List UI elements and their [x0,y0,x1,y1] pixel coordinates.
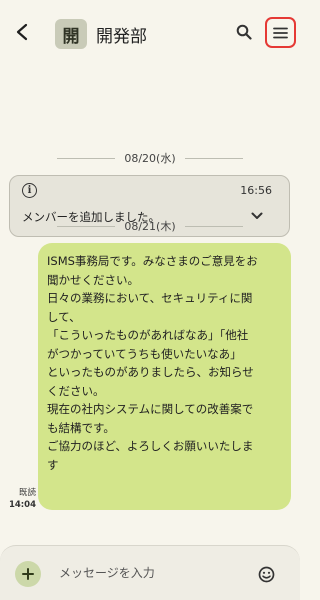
message-time: 14:04 [8,500,36,510]
message-input[interactable] [52,562,242,584]
date-divider: 08/21(木) [0,218,300,234]
menu-button[interactable] [265,17,296,48]
message-line: がつかっていてうちも使いたいなあ」 [47,346,242,361]
system-message-time: 16:56 [240,184,272,197]
group-avatar[interactable]: 開 [55,19,87,49]
message-meta: 既読 14:04 [6,487,36,511]
hamburger-menu-icon [273,27,288,38]
back-button[interactable] [10,20,34,44]
chat-header: 開 開発部 [0,0,300,66]
message-line: 日々の業務において、セキュリティに関 [47,291,253,305]
emoji-button[interactable] [256,564,276,584]
info-icon: i [22,183,37,198]
search-button[interactable] [234,22,254,42]
emoji-icon [258,566,274,582]
message-line: ください。 [47,383,105,398]
message-line: といったものがありましたら、お知らせ [47,365,254,379]
search-icon [236,24,252,40]
message-line: ご協力のほど、よろしくお願いいたしま [47,439,254,453]
date-label: 08/21(木) [124,220,176,233]
message-composer [0,545,300,600]
message-line: 「こういったものがあればなあ」「他社 [47,328,249,342]
message-bubble[interactable]: ISMS事務局です。みなさまのご意見をお 聞かせください。 日々の業務において、… [38,243,291,510]
date-label: 08/20(水) [124,152,176,165]
message-line: 現在の社内システムに関しての改善案で [47,402,254,416]
message-line: も結構です。 [47,420,115,435]
add-attachment-button[interactable] [15,561,41,587]
message-line: して、 [47,309,81,324]
back-arrow-icon [16,23,28,41]
plus-icon [22,568,34,580]
read-receipt: 既読 [18,488,36,498]
message-line: す [47,457,59,472]
group-title: 開発部 [96,27,147,47]
message-line: ISMS事務局です。みなさまのご意見をお [47,254,258,268]
message-line: 聞かせください。 [47,272,139,287]
date-divider: 08/20(水) [0,150,300,166]
